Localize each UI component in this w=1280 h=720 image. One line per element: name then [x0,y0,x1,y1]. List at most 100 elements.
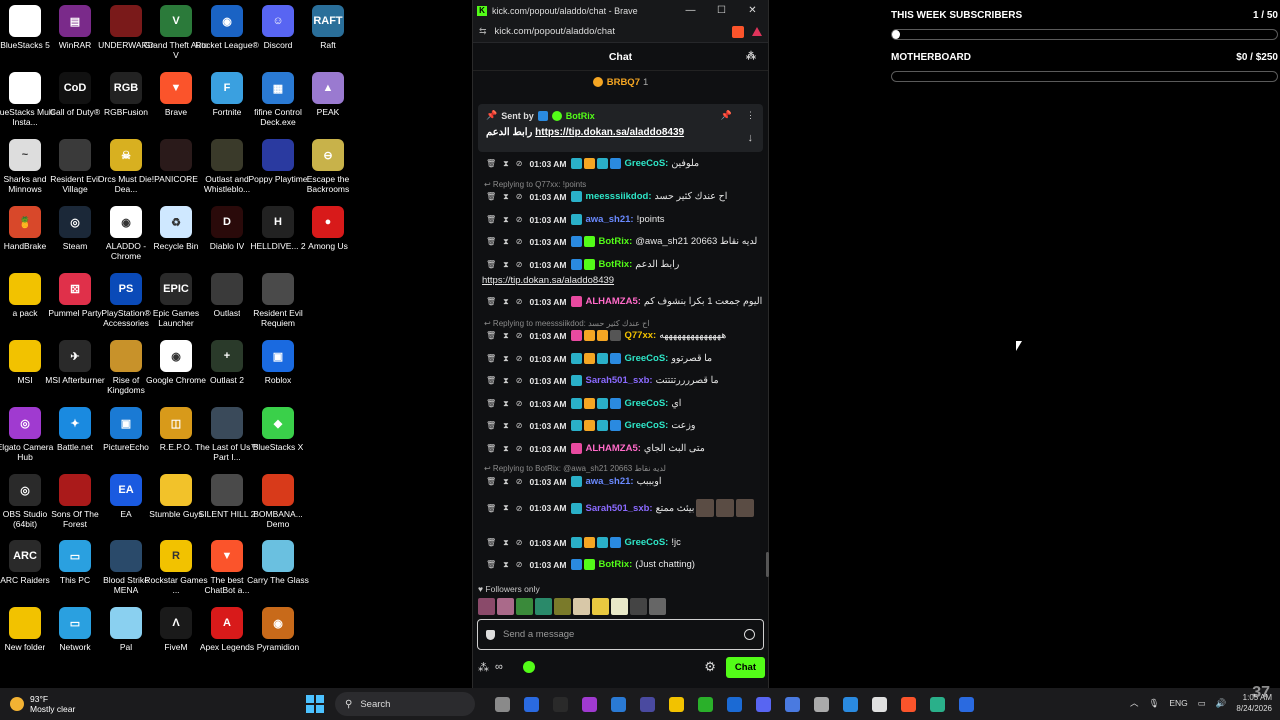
chat-message[interactable]: 🗑 ⧗ ⊘ 01:03 AM GreeCoS: ما قصرتوو [478,353,763,364]
emoji-icon[interactable] [744,629,755,640]
emote-button[interactable] [592,598,609,615]
timeout-icon[interactable]: ⧗ [503,477,509,487]
ban-icon[interactable]: ⊘ [516,215,523,224]
volume-icon[interactable]: 🔊 [1216,698,1227,709]
chat-message[interactable]: 🗑 ⧗ ⊘ 01:03 AM GreeCoS: !jc [478,537,763,548]
ban-icon[interactable]: ⊘ [516,376,523,385]
delete-icon[interactable]: 🗑 [486,297,496,306]
taskbar-app-button[interactable] [896,692,920,716]
taskbar-app-button[interactable] [751,692,775,716]
expand-arrow-icon[interactable]: ↓ [748,132,754,144]
emote-button[interactable] [611,598,628,615]
chat-message[interactable]: 🗑 ⧗ ⊘ 01:03 AM awa_sh21: !points [478,214,763,225]
emote-button[interactable] [649,598,666,615]
ban-icon[interactable]: ⊘ [516,192,523,201]
pinned-link[interactable]: https://tip.dokan.sa/aladdo8439 [535,127,684,138]
chat-message[interactable]: 🗑 ⧗ ⊘ 01:03 AM Q77xx: ههههههههههههههه [478,330,763,341]
desktop-icon[interactable]: RAFT Raft [295,5,361,50]
message-input-box[interactable] [477,619,764,650]
delete-icon[interactable]: 🗑 [486,399,496,408]
brave-rewards-icon[interactable] [752,27,762,36]
timeout-icon[interactable]: ⧗ [503,538,509,548]
desktop-icon[interactable]: ▣ Roblox [245,340,311,385]
taskbar-app-button[interactable] [490,692,514,716]
language-indicator[interactable]: ENG [1169,698,1187,708]
taskbar-app-button[interactable] [519,692,543,716]
url-text[interactable]: kick.com/popout/aladdo/chat [495,26,728,37]
ban-icon[interactable]: ⊘ [516,560,523,569]
users-list-icon[interactable]: ⁂ [746,51,756,62]
emote-button[interactable] [497,598,514,615]
delete-icon[interactable]: 🗑 [486,444,496,453]
top-gifter-bar[interactable]: BRBQ7 1 [473,71,768,93]
message-username[interactable]: BotRix: [599,259,633,270]
timeout-icon[interactable]: ⧗ [503,354,509,364]
delete-icon[interactable]: 🗑 [486,260,496,269]
delete-icon[interactable]: 🗑 [486,504,496,513]
message-username[interactable]: meesssiikdod: [586,191,652,202]
taskbar-app-button[interactable] [606,692,630,716]
gear-icon[interactable]: ⚙ [704,659,716,675]
start-button[interactable] [306,695,324,713]
desktop-icon[interactable]: Carry The Glass [245,540,311,585]
taskbar-app-button[interactable] [693,692,717,716]
timeout-icon[interactable]: ⧗ [503,215,509,225]
desktop-icon[interactable]: BOMBANA... Demo [245,474,311,529]
microphone-icon[interactable]: 🎙 [1149,698,1160,709]
timeout-icon[interactable]: ⧗ [503,399,509,409]
ban-icon[interactable]: ⊘ [516,354,523,363]
more-options-icon[interactable]: ⋮ [746,110,755,121]
delete-icon[interactable]: 🗑 [486,538,496,547]
ban-icon[interactable]: ⊘ [516,477,523,486]
chat-message[interactable]: 🗑 ⧗ ⊘ 01:03 AM Sarah501_sxb: بيئث ممتع [478,499,763,517]
chat-scrollbar[interactable] [766,552,769,577]
message-username[interactable]: awa_sh21: [586,476,634,487]
timeout-icon[interactable]: ⧗ [503,421,509,431]
ban-icon[interactable]: ⊘ [516,260,523,269]
message-username[interactable]: BotRix: [599,559,633,570]
chat-message[interactable]: 🗑 ⧗ ⊘ 01:03 AM GreeCoS: ملوفين [478,158,763,169]
delete-icon[interactable]: 🗑 [486,560,496,569]
desktop-icon[interactable]: ● Among Us [295,206,361,251]
taskbar-app-button[interactable] [954,692,978,716]
chat-message[interactable]: 🗑 ⧗ ⊘ 01:03 AM Sarah501_sxb: ما قصررررتتتتت [478,375,763,386]
weather-widget[interactable]: 93°F Mostly clear [10,694,120,714]
timeout-icon[interactable]: ⧗ [503,297,509,307]
taskbar-app-button[interactable] [722,692,746,716]
taskbar-app-button[interactable] [577,692,601,716]
emote-button[interactable] [535,598,552,615]
points-icon[interactable]: ⁂ [478,661,489,674]
unpin-icon[interactable]: 📌 [721,110,732,121]
timeout-icon[interactable]: ⧗ [503,331,509,341]
timeout-icon[interactable]: ⧗ [503,237,509,247]
message-username[interactable]: awa_sh21: [586,214,634,225]
chat-message[interactable]: 🗑 ⧗ ⊘ 01:03 AM BotRix: @awa_sh21 20663 لديه ن… [478,236,763,247]
chat-message[interactable]: 🗑 ⧗ ⊘ 01:03 AM meesssiikdod: اح عندك كثير حسد [478,191,763,202]
delete-icon[interactable]: 🗑 [486,376,496,385]
message-username[interactable]: GreeCoS: [625,158,669,169]
desktop-icon[interactable]: Resident Evil Requiem [245,273,311,328]
ban-icon[interactable]: ⊘ [516,237,523,246]
maximize-button[interactable]: ☐ [706,5,737,16]
taskbar-search[interactable]: ⚲ Search [335,692,475,716]
delete-icon[interactable]: 🗑 [486,215,496,224]
message-username[interactable]: ALHAMZA5: [586,443,641,454]
message-username[interactable]: GreeCoS: [625,398,669,409]
chat-message[interactable]: 🗑 ⧗ ⊘ 01:03 AM BotRix: (Just chatting) [478,559,763,570]
message-username[interactable]: ALHAMZA5: [586,296,641,307]
message-input[interactable] [503,629,744,640]
timeout-icon[interactable]: ⧗ [503,503,509,513]
delete-icon[interactable]: 🗑 [486,477,496,486]
taskbar-app-button[interactable] [548,692,572,716]
taskbar-app-button[interactable] [664,692,688,716]
message-link[interactable]: https://tip.dokan.sa/aladdo8439 [482,275,614,286]
timeout-icon[interactable]: ⧗ [503,192,509,202]
desktop-icon[interactable]: ◉ Pyramidion [245,607,311,652]
emote-button[interactable] [630,598,647,615]
taskbar-app-button[interactable] [838,692,862,716]
message-username[interactable]: BotRix: [599,236,633,247]
desktop-icon[interactable]: ⊖ Escape the Backrooms [295,139,361,194]
timeout-icon[interactable]: ⧗ [503,376,509,386]
chevron-up-icon[interactable]: ︿ [1130,697,1139,709]
timeout-icon[interactable]: ⧗ [503,444,509,454]
